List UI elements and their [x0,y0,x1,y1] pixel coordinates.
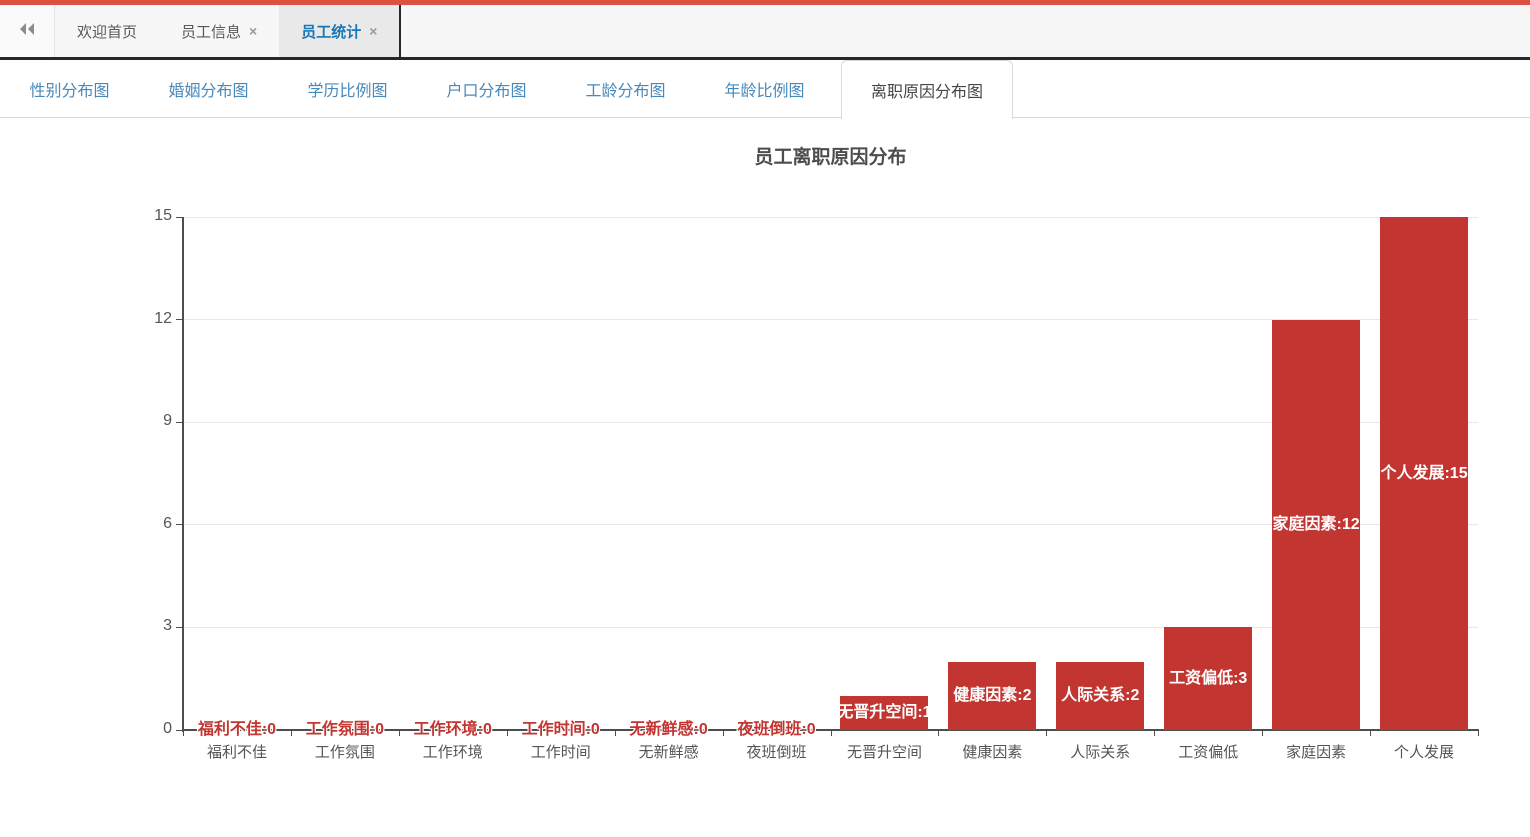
top-tab-1[interactable]: 员工信息 × [159,5,279,57]
x-axis-tick [723,731,724,736]
y-axis-label: 6 [128,515,172,533]
x-axis-category-label: 无新鲜感 [639,741,699,762]
double-left-arrow-icon [19,22,35,41]
top-tab-2[interactable]: 员工统计 × [279,5,401,57]
bar-value-label: 夜班倒班:0 [737,719,815,741]
sub-tab-label: 年龄比例图 [724,77,804,101]
bar-value-label: 福利不佳:0 [198,719,276,741]
x-axis-tick [831,731,832,736]
resignation-reason-chart: 员工离职原因分布 0 3 6 9 12 15 福利不佳:0福利不佳 工作氛围:0工作氛围 工作环… [0,118,1530,837]
bar-value-label: 工作时间:0 [522,719,600,741]
x-axis-tick [183,731,184,736]
x-axis-tick [291,731,292,736]
bar-value-label: 工资偏低:3 [1169,668,1247,690]
bar-value-label: 工作环境:0 [414,719,492,741]
app-window: 欢迎首页 员工信息 × 员工统计 × 性别分布图 婚姻分布图 学历比例图 户口分布图 工龄分布图… [0,0,1530,837]
chart-type-tabbar: 性别分布图 婚姻分布图 学历比例图 户口分布图 工龄分布图 年龄比例图 离职原因分布图 [0,60,1530,118]
y-axis-line [182,217,184,732]
bar-value-label: 家庭因素:12 [1273,514,1360,536]
x-axis-category-label: 无晋升空间 [847,741,922,762]
sub-tab-6[interactable]: 离职原因分布图 [841,60,1013,119]
close-tab-icon[interactable]: × [369,24,377,38]
sub-tab-5[interactable]: 年龄比例图 [695,60,834,117]
y-axis-label: 15 [128,207,172,225]
x-axis-category-label: 夜班倒班 [747,741,807,762]
x-axis-tick [1154,731,1155,736]
x-axis-tick [1478,731,1479,736]
y-axis-label: 0 [128,720,172,738]
x-axis-category-label: 健康因素 [962,741,1022,762]
gridline-15 [183,217,1478,218]
sub-tab-label: 性别分布图 [29,77,109,101]
sub-tab-3[interactable]: 户口分布图 [417,60,556,117]
sub-tab-label: 户口分布图 [446,77,526,101]
sub-tab-0[interactable]: 性别分布图 [0,60,139,117]
x-axis-tick [399,731,400,736]
x-axis-category-label: 福利不佳 [207,741,267,762]
chart-title: 员工离职原因分布 [183,142,1478,169]
x-axis-category-label: 人际关系 [1070,741,1130,762]
bar-value-label: 健康因素:2 [953,685,1031,707]
y-axis-label: 12 [128,310,172,328]
sub-tab-2[interactable]: 学历比例图 [278,60,417,117]
top-tabs: 欢迎首页 员工信息 × 员工统计 × [55,5,401,57]
top-tabbar: 欢迎首页 员工信息 × 员工统计 × [0,5,1530,60]
x-axis-tick [615,731,616,736]
x-axis-tick [1370,731,1371,736]
x-axis-tick [1046,731,1047,736]
top-tab-label: 欢迎首页 [77,21,137,42]
bar-value-label: 个人发展:15 [1380,463,1467,485]
sub-tab-1[interactable]: 婚姻分布图 [139,60,278,117]
top-tab-label: 员工统计 [301,21,361,42]
collapse-tabs-button[interactable] [0,5,55,57]
x-axis-category-label: 工作氛围 [315,741,375,762]
x-axis-category-label: 个人发展 [1394,741,1454,762]
sub-tab-label: 离职原因分布图 [871,78,983,102]
bar-value-label: 工作氛围:0 [306,719,384,741]
bar-value-label: 无晋升空间:1 [837,702,931,724]
x-axis-tick [1262,731,1263,736]
sub-tab-label: 工龄分布图 [585,77,665,101]
sub-tab-label: 婚姻分布图 [168,77,248,101]
x-axis-category-label: 工作时间 [531,741,591,762]
y-axis-label: 9 [128,412,172,430]
sub-tab-label: 学历比例图 [307,77,387,101]
close-tab-icon[interactable]: × [249,24,257,38]
bar-value-label: 人际关系:2 [1061,685,1139,707]
x-axis-category-label: 工资偏低 [1178,741,1238,762]
x-axis-category-label: 家庭因素 [1286,741,1346,762]
x-axis-tick [938,731,939,736]
top-tab-label: 员工信息 [181,21,241,42]
sub-tab-4[interactable]: 工龄分布图 [556,60,695,117]
y-axis-label: 3 [128,617,172,635]
x-axis-category-label: 工作环境 [423,741,483,762]
bar-value-label: 无新鲜感:0 [630,719,708,741]
top-tab-0[interactable]: 欢迎首页 [55,5,159,57]
x-axis-tick [507,731,508,736]
